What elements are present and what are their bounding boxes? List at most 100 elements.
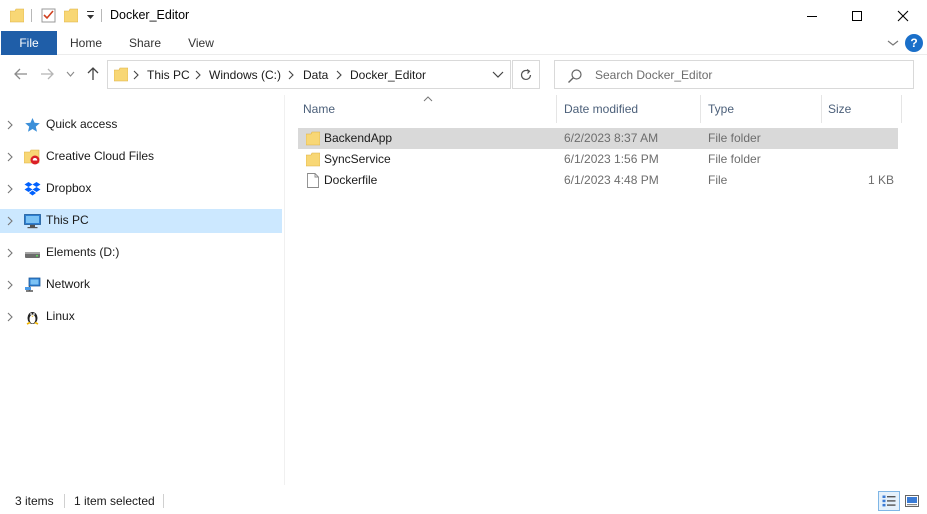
- file-name: SyncService: [324, 152, 391, 166]
- new-folder-icon[interactable]: [64, 8, 78, 23]
- column-divider[interactable]: [901, 95, 902, 123]
- file-icon: [307, 173, 319, 188]
- search-input[interactable]: Search Docker_Editor: [595, 68, 712, 82]
- tab-home[interactable]: Home: [62, 31, 110, 55]
- network-icon: [25, 277, 41, 292]
- properties-icon[interactable]: [41, 8, 56, 23]
- search-box[interactable]: Search Docker_Editor: [554, 60, 914, 89]
- chevron-right-icon[interactable]: [7, 280, 14, 290]
- column-divider[interactable]: [556, 95, 557, 123]
- forward-button[interactable]: [38, 65, 56, 83]
- chevron-right-icon[interactable]: [336, 70, 343, 80]
- column-header-size[interactable]: Size: [828, 102, 851, 116]
- file-list: Name Date modified Type Size BackendApp …: [286, 95, 927, 485]
- column-divider[interactable]: [700, 95, 701, 123]
- nav-label: This PC: [46, 213, 89, 227]
- chevron-right-icon[interactable]: [133, 70, 140, 80]
- title-separator: [101, 9, 102, 22]
- nav-label: Dropbox: [46, 181, 92, 195]
- chevron-right-icon[interactable]: [195, 70, 202, 80]
- chevron-right-icon[interactable]: [7, 216, 14, 226]
- breadcrumb-docker-editor[interactable]: Docker_Editor: [350, 68, 426, 82]
- status-separator: [64, 494, 65, 508]
- recent-locations-button[interactable]: [64, 65, 76, 83]
- window-title: Docker_Editor: [110, 8, 190, 22]
- file-row-dockerfile[interactable]: Dockerfile 6/1/2023 4:48 PM File 1 KB: [298, 170, 898, 191]
- refresh-button[interactable]: [512, 60, 540, 89]
- linux-penguin-icon: [26, 312, 39, 325]
- nav-item-network[interactable]: Network: [0, 273, 282, 297]
- file-date-modified: 6/1/2023 4:48 PM: [564, 173, 659, 187]
- chevron-right-icon[interactable]: [7, 312, 14, 322]
- file-name: Dockerfile: [324, 173, 378, 187]
- status-separator: [163, 494, 164, 508]
- maximize-icon: [852, 10, 862, 21]
- maximize-button[interactable]: [834, 0, 880, 31]
- file-name: BackendApp: [324, 131, 393, 145]
- nav-label: Quick access: [46, 117, 118, 131]
- file-row-syncservice[interactable]: SyncService 6/1/2023 1:56 PM File folder: [298, 149, 898, 170]
- folder-icon: [306, 152, 320, 167]
- file-size: 1 KB: [867, 173, 894, 187]
- quick-access-separator: [31, 9, 32, 22]
- column-header-type[interactable]: Type: [708, 102, 734, 116]
- title-bar: Docker_Editor: [0, 0, 927, 31]
- computer-icon: [24, 214, 41, 229]
- dropbox-icon: [24, 182, 41, 196]
- breadcrumb-data[interactable]: Data: [303, 68, 328, 82]
- close-icon: [897, 10, 909, 21]
- chevron-right-icon[interactable]: [7, 152, 14, 162]
- folder-icon: [10, 8, 24, 23]
- file-type: File: [708, 173, 728, 187]
- breadcrumb-windows-c[interactable]: Windows (C:): [209, 68, 281, 82]
- chevron-right-icon[interactable]: [7, 248, 14, 258]
- tab-share[interactable]: Share: [120, 31, 170, 55]
- minimize-button[interactable]: [789, 0, 835, 31]
- status-item-count: 3 items: [15, 494, 54, 508]
- nav-item-creative-cloud[interactable]: Creative Cloud Files: [0, 145, 282, 169]
- navigation-pane: Quick access Creative Cloud Files Dropbo…: [0, 95, 285, 485]
- column-header-name[interactable]: Name: [303, 102, 335, 116]
- status-bar: 3 items 1 item selected: [0, 486, 927, 514]
- back-button[interactable]: [12, 65, 30, 83]
- ribbon-tabs: File Home Share View ?: [0, 31, 927, 55]
- nav-item-quick-access[interactable]: Quick access: [0, 113, 282, 137]
- details-view-icon: [882, 495, 896, 507]
- status-selection: 1 item selected: [74, 494, 155, 508]
- address-bar[interactable]: This PC Windows (C:) Data Docker_Editor: [107, 60, 511, 89]
- refresh-icon: [520, 68, 532, 80]
- expand-ribbon-icon[interactable]: [887, 38, 899, 48]
- chevron-down-icon[interactable]: [492, 71, 504, 79]
- tab-file[interactable]: File: [1, 31, 57, 55]
- arrow-right-icon: [41, 68, 54, 80]
- nav-label: Network: [46, 277, 91, 291]
- column-header-date-modified[interactable]: Date modified: [564, 102, 638, 116]
- up-button[interactable]: [84, 65, 102, 83]
- nav-item-linux[interactable]: Linux: [0, 305, 282, 329]
- navigation-bar: This PC Windows (C:) Data Docker_Editor …: [0, 55, 927, 95]
- breadcrumb-this-pc[interactable]: This PC: [147, 68, 190, 82]
- column-divider[interactable]: [821, 95, 822, 123]
- chevron-down-icon: [66, 71, 74, 77]
- chevron-right-icon[interactable]: [7, 184, 14, 194]
- nav-label: Elements (D:): [46, 245, 120, 259]
- large-icons-view-button[interactable]: [901, 491, 923, 511]
- nav-item-dropbox[interactable]: Dropbox: [0, 177, 282, 201]
- folder-icon: [306, 131, 320, 146]
- creative-cloud-icon: [24, 149, 40, 165]
- nav-item-this-pc[interactable]: This PC: [0, 209, 282, 233]
- help-icon[interactable]: ?: [905, 34, 923, 52]
- file-row-backendapp[interactable]: BackendApp 6/2/2023 8:37 AM File folder: [298, 128, 898, 149]
- large-icons-view-icon: [905, 495, 919, 507]
- chevron-right-icon[interactable]: [7, 120, 14, 130]
- file-date-modified: 6/2/2023 8:37 AM: [564, 131, 659, 145]
- close-button[interactable]: [880, 0, 926, 31]
- tab-view[interactable]: View: [178, 31, 224, 55]
- sort-ascending-icon: [423, 96, 433, 102]
- chevron-right-icon[interactable]: [288, 70, 295, 80]
- details-view-button[interactable]: [878, 491, 900, 511]
- nav-item-elements-d[interactable]: Elements (D:): [0, 241, 282, 265]
- file-type: File folder: [708, 152, 761, 166]
- arrow-left-icon: [14, 68, 27, 80]
- customize-quick-access-icon[interactable]: [86, 9, 95, 21]
